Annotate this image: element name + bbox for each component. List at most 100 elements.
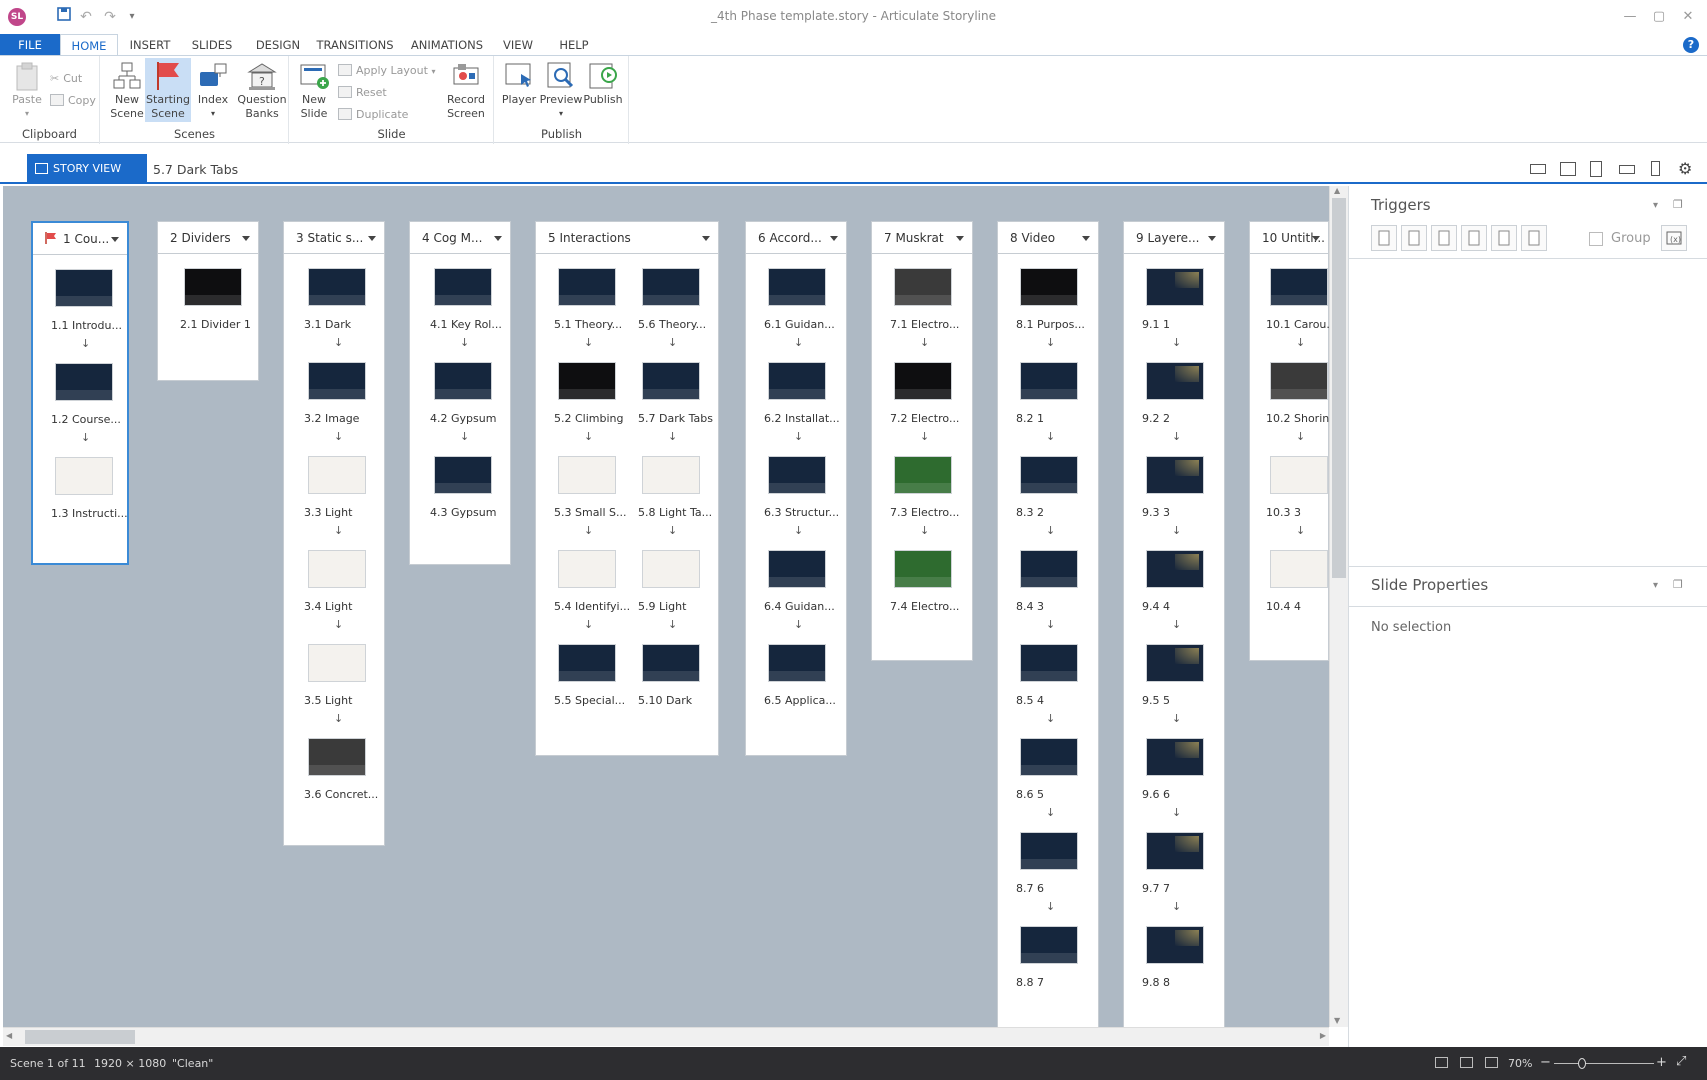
delete-trigger-icon[interactable]	[1491, 225, 1517, 251]
slide-thumbnail[interactable]	[642, 550, 700, 588]
record-screen-button[interactable]: Record Screen	[442, 58, 490, 122]
scroll-left-icon[interactable]: ◀	[6, 1031, 12, 1040]
scene-menu-dropdown-icon[interactable]	[956, 236, 964, 241]
restore-icon[interactable]: ❐	[1673, 578, 1683, 591]
slide-thumbnail[interactable]	[308, 362, 366, 400]
slide-thumbnail[interactable]	[1020, 738, 1078, 776]
apply-layout-button[interactable]: Apply Layout ▾	[338, 62, 435, 80]
slide-item[interactable]: 9.3 3 ↓	[1142, 456, 1218, 546]
slide-thumbnail[interactable]	[308, 268, 366, 306]
slide-item[interactable]: 8.3 2 ↓	[1016, 456, 1092, 546]
scroll-up-icon[interactable]: ▲	[1334, 186, 1340, 195]
phone-portrait-icon[interactable]	[1651, 161, 1660, 176]
slide-thumbnail[interactable]	[642, 268, 700, 306]
slide-thumbnail[interactable]	[1146, 926, 1204, 964]
scene-7[interactable]: 7 Muskrat 7.1 Electro... ↓ 7.2 Electro... ↓ 7…	[871, 221, 973, 661]
help-icon[interactable]: ?	[1683, 37, 1699, 53]
slide-item[interactable]: 9.8 8	[1142, 926, 1218, 1016]
slide-item[interactable]: 7.2 Electro... ↓	[890, 362, 966, 452]
tab-file[interactable]: FILE	[0, 34, 60, 56]
slide-thumbnail[interactable]	[1020, 926, 1078, 964]
scene-3[interactable]: 3 Static s... 3.1 Dark ↓ 3.2 Image ↓ 3.3 Ligh…	[283, 221, 385, 846]
zoom-slider-handle[interactable]	[1578, 1058, 1586, 1069]
collapse-icon[interactable]: ▾	[1653, 200, 1658, 211]
publish-button[interactable]: Publish	[581, 58, 625, 122]
scene-header[interactable]: 6 Accord...	[746, 222, 846, 254]
player-button[interactable]: Player	[497, 58, 541, 122]
slide-item[interactable]: 1.1 Introdu... ↓	[51, 269, 127, 359]
slide-item[interactable]: 6.4 Guidan... ↓	[764, 550, 840, 640]
scene-menu-dropdown-icon[interactable]	[111, 237, 119, 242]
scene-header[interactable]: 1 Cou...	[33, 223, 127, 255]
slide-item[interactable]: 5.8 Light Ta... ↓	[638, 456, 714, 546]
slide-item[interactable]: 5.2 Climbing ↓	[554, 362, 630, 452]
tab-insert[interactable]: INSERT	[124, 34, 176, 56]
scene-menu-dropdown-icon[interactable]	[242, 236, 250, 241]
slide-item[interactable]: 3.1 Dark ↓	[304, 268, 380, 358]
starting-scene-button[interactable]: Starting Scene	[145, 58, 191, 122]
slide-item[interactable]: 8.5 4 ↓	[1016, 644, 1092, 734]
tablet-landscape-icon[interactable]	[1560, 162, 1576, 176]
new-trigger-icon[interactable]	[1371, 225, 1397, 251]
slide-thumbnail[interactable]	[642, 362, 700, 400]
desktop-preview-icon[interactable]	[1530, 164, 1546, 174]
slide-thumbnail[interactable]	[55, 363, 113, 401]
slide-item[interactable]: 6.3 Structur... ↓	[764, 456, 840, 546]
slide-item[interactable]: 10.3 3 ↓	[1266, 456, 1329, 546]
slide-thumbnail[interactable]	[1270, 456, 1328, 494]
slide-item[interactable]: 6.5 Applica...	[764, 644, 840, 734]
slide-item[interactable]: 6.2 Installat... ↓	[764, 362, 840, 452]
slide-item[interactable]: 5.6 Theory... ↓	[638, 268, 714, 358]
scene-header[interactable]: 3 Static s...	[284, 222, 384, 254]
collapse-icon[interactable]: ▾	[1653, 580, 1658, 591]
slide-item[interactable]: 1.2 Course... ↓	[51, 363, 127, 453]
scene-8[interactable]: 8 Video 8.1 Purpos... ↓ 8.2 1 ↓ 8.3 2 ↓ 8.4 3 ↓ 8…	[997, 221, 1099, 1027]
slide-item[interactable]: 9.1 1 ↓	[1142, 268, 1218, 358]
scene-header[interactable]: 9 Layere...	[1124, 222, 1224, 254]
slide-item[interactable]: 5.4 Identifyi... ↓	[554, 550, 630, 640]
slide-item[interactable]: 4.3 Gypsum	[430, 456, 506, 546]
slide-item[interactable]: 8.7 6 ↓	[1016, 832, 1092, 922]
slide-item[interactable]: 8.4 3 ↓	[1016, 550, 1092, 640]
slide-item[interactable]: 8.6 5 ↓	[1016, 738, 1092, 828]
slide-thumbnail[interactable]	[1270, 550, 1328, 588]
horizontal-scrollbar[interactable]: ◀ ▶	[3, 1027, 1329, 1046]
slide-item[interactable]: 8.2 1 ↓	[1016, 362, 1092, 452]
list-view-icon[interactable]	[1460, 1057, 1473, 1068]
scene-menu-dropdown-icon[interactable]	[1208, 236, 1216, 241]
scene-menu-dropdown-icon[interactable]	[1312, 236, 1320, 241]
slide-thumbnail[interactable]	[1270, 362, 1328, 400]
slide-item[interactable]: 5.7 Dark Tabs ↓	[638, 362, 714, 452]
slide-thumbnail[interactable]	[1146, 268, 1204, 306]
story-canvas[interactable]: 1 Cou... 1.1 Introdu... ↓ 1.2 Course... ↓ 1.3…	[3, 186, 1329, 1027]
slide-item[interactable]: 4.2 Gypsum ↓	[430, 362, 506, 452]
edit-trigger-icon[interactable]	[1401, 225, 1427, 251]
paste-trigger-icon[interactable]	[1461, 225, 1487, 251]
tab-slides[interactable]: SLIDES	[184, 34, 240, 56]
slide-item[interactable]: 3.6 Concret...	[304, 738, 380, 828]
slide-thumbnail[interactable]	[894, 456, 952, 494]
slide-item[interactable]: 10.4 4	[1266, 550, 1329, 640]
scene-5[interactable]: 5 Interactions 5.1 Theory... ↓ 5.6 Theory..…	[535, 221, 719, 756]
slide-thumbnail[interactable]	[558, 644, 616, 682]
slide-thumbnail[interactable]	[1146, 550, 1204, 588]
slide-item[interactable]: 7.3 Electro... ↓	[890, 456, 966, 546]
fit-view-icon[interactable]	[1485, 1057, 1498, 1068]
slide-thumbnail[interactable]	[1020, 550, 1078, 588]
slide-thumbnail[interactable]	[184, 268, 242, 306]
scene-header[interactable]: 2 Dividers	[158, 222, 258, 254]
slide-thumbnail[interactable]	[768, 550, 826, 588]
slide-item[interactable]: 3.4 Light ↓	[304, 550, 380, 640]
scene-header[interactable]: 8 Video	[998, 222, 1098, 254]
slide-item[interactable]: 10.1 Carou... ↓	[1266, 268, 1329, 358]
new-scene-button[interactable]: New Scene	[105, 58, 149, 122]
slide-thumbnail[interactable]	[1146, 644, 1204, 682]
slide-thumbnail[interactable]	[1270, 268, 1328, 306]
scene-menu-dropdown-icon[interactable]	[368, 236, 376, 241]
slide-thumbnail[interactable]	[642, 456, 700, 494]
tab-animations[interactable]: ANIMATIONS	[404, 34, 490, 56]
slide-item[interactable]: 4.1 Key Rol... ↓	[430, 268, 506, 358]
slide-item[interactable]: 8.8 7	[1016, 926, 1092, 1016]
slide-item[interactable]: 7.1 Electro... ↓	[890, 268, 966, 358]
copy-button[interactable]: Copy	[50, 92, 96, 110]
